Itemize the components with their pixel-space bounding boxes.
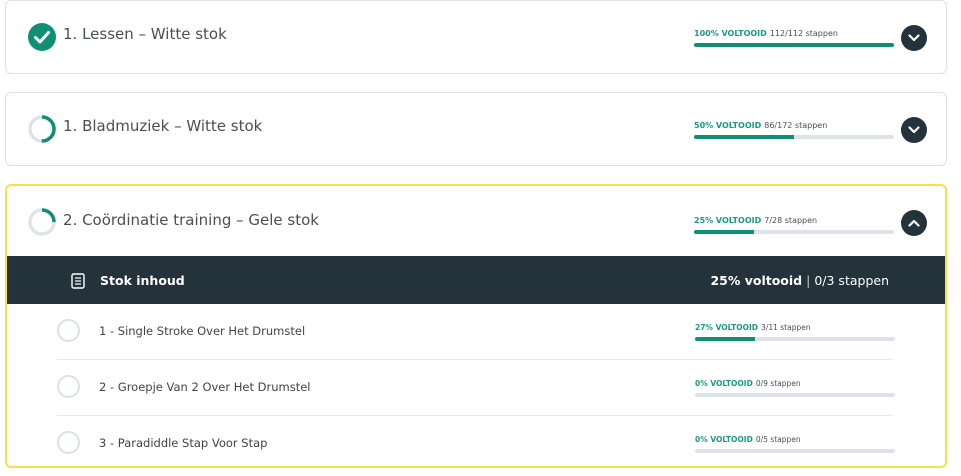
expand-toggle-button[interactable] (901, 25, 927, 51)
content-progress: 25% voltooid | 0/3 stappen (710, 273, 889, 288)
progress-bar (694, 135, 894, 139)
lesson-progress: 0% VOLTOOID 0/5 stappen (695, 435, 895, 453)
course-title[interactable]: 2. Coördinatie training – Gele stok (63, 211, 319, 229)
course-progress: 25% VOLTOOID 7/28 stappen (694, 216, 894, 234)
lesson-progress: 27% VOLTOOID 3/11 stappen (695, 323, 895, 341)
course-header[interactable]: 1. Lessen – Witte stok 100% VOLTOOID 112/… (6, 1, 946, 73)
progress-ring-icon (27, 207, 57, 237)
progress-bar (695, 393, 895, 397)
lesson-title[interactable]: 3 - Paradiddle Stap Voor Stap (99, 436, 267, 450)
content-progress-percent: 25% voltooid (710, 273, 803, 288)
chevron-up-icon (908, 219, 920, 227)
progress-steps: 7/28 stappen (764, 216, 818, 225)
course-header[interactable]: 1. Bladmuziek – Witte stok 50% VOLTOOID 8… (6, 93, 946, 165)
progress-bar (695, 449, 895, 453)
course-title[interactable]: 1. Bladmuziek – Witte stok (63, 117, 262, 135)
lesson-status-circle-icon (57, 431, 80, 454)
lesson-progress: 0% VOLTOOID 0/9 stappen (695, 379, 895, 397)
document-list-icon (71, 273, 85, 289)
progress-bar (694, 230, 894, 234)
course-title[interactable]: 1. Lessen – Witte stok (63, 25, 227, 43)
progress-bar-fill (694, 230, 754, 234)
lesson-status-circle-icon (57, 319, 80, 342)
progress-percent: 50% VOLTOOID (694, 121, 762, 130)
check-circle-icon (27, 22, 57, 52)
progress-percent: 100% VOLTOOID (694, 29, 767, 38)
course-card-lessen: 1. Lessen – Witte stok 100% VOLTOOID 112/… (5, 0, 947, 74)
lesson-row[interactable]: 2 - Groepje Van 2 Over Het Drumstel 0% V… (57, 360, 895, 416)
pointer-notch (69, 247, 89, 256)
progress-bar-fill (694, 43, 894, 47)
progress-steps: 3/11 stappen (761, 323, 811, 332)
progress-steps: 0/9 stappen (755, 379, 801, 388)
lesson-title[interactable]: 2 - Groepje Van 2 Over Het Drumstel (99, 380, 311, 394)
progress-percent: 0% VOLTOOID (695, 379, 753, 388)
progress-percent: 0% VOLTOOID (695, 435, 753, 444)
progress-steps: 112/112 stappen (769, 29, 838, 38)
separator: | (806, 273, 811, 288)
chevron-down-icon (908, 126, 920, 134)
lesson-row[interactable]: 3 - Paradiddle Stap Voor Stap 0% VOLTOOI… (57, 416, 895, 471)
course-progress: 100% VOLTOOID 112/112 stappen (694, 29, 894, 47)
course-content-header: Stok inhoud 25% voltooid | 0/3 stappen (7, 247, 945, 304)
lesson-row[interactable]: 1 - Single Stroke Over Het Drumstel 27% … (57, 304, 895, 360)
progress-percent: 25% VOLTOOID (694, 216, 762, 225)
lesson-title[interactable]: 1 - Single Stroke Over Het Drumstel (99, 324, 305, 338)
collapse-toggle-button[interactable] (901, 210, 927, 236)
lesson-status-circle-icon (57, 375, 80, 398)
chevron-down-icon (908, 34, 920, 42)
progress-bar (695, 337, 895, 341)
progress-percent: 27% VOLTOOID (695, 323, 759, 332)
progress-bar-fill (695, 337, 755, 341)
content-title: Stok inhoud (100, 273, 185, 288)
course-header[interactable]: 2. Coördinatie training – Gele stok 25% … (7, 186, 945, 256)
course-card-coordinatie: 2. Coördinatie training – Gele stok 25% … (5, 184, 947, 468)
expand-toggle-button[interactable] (901, 117, 927, 143)
course-card-bladmuziek: 1. Bladmuziek – Witte stok 50% VOLTOOID 8… (5, 92, 947, 166)
course-progress: 50% VOLTOOID 86/172 stappen (694, 121, 894, 139)
progress-ring-icon (27, 114, 57, 144)
progress-steps: 0/5 stappen (755, 435, 801, 444)
progress-steps: 86/172 stappen (764, 121, 828, 130)
progress-bar (694, 43, 894, 47)
progress-bar-fill (694, 135, 794, 139)
content-progress-steps: 0/3 stappen (814, 273, 889, 288)
